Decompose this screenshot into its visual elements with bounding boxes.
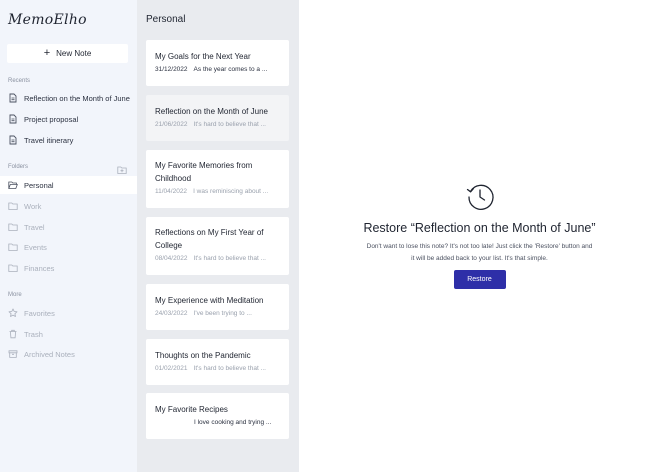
sidebar: MemoElho + New Note Recents Reflection o…	[0, 0, 137, 472]
recent-item-label: Project proposal	[24, 114, 79, 124]
recent-item-label: Reflection on the Month of June	[24, 93, 130, 103]
folder-open-icon	[8, 180, 18, 190]
restore-button[interactable]: Restore	[453, 270, 506, 289]
note-date: 01/02/2021	[155, 365, 188, 372]
more-item-label: Trash	[24, 329, 43, 339]
note-title: Reflection on the Month of June	[155, 107, 268, 116]
plus-icon: +	[43, 47, 51, 59]
new-note-label: New Note	[56, 49, 92, 58]
note-title: Reflections on My First Year of College	[155, 228, 264, 250]
document-icon	[8, 135, 18, 145]
main-panel: Restore “Reflection on the Month of June…	[299, 0, 660, 472]
folder-item-work[interactable]: Work	[0, 197, 137, 215]
note-preview: I've been trying to ...	[193, 310, 252, 317]
note-date: 24/03/2022	[155, 310, 188, 317]
folder-item-label: Work	[24, 201, 42, 211]
folder-item-label: Events	[24, 242, 47, 252]
folder-icon	[8, 201, 18, 211]
add-folder-icon[interactable]	[117, 162, 127, 174]
note-card-selected[interactable]: Reflection on the Month of June 21/06/20…	[146, 95, 289, 141]
note-card[interactable]: My Favorite Memories from Childhood 11/0…	[146, 150, 289, 208]
note-date: 11/04/2022	[155, 188, 188, 195]
star-icon	[8, 308, 18, 318]
list-title: Personal	[146, 14, 186, 25]
document-icon	[8, 93, 18, 103]
note-title: Thoughts on the Pandemic	[155, 351, 251, 360]
note-card[interactable]: Thoughts on the Pandemic 01/02/2021 It's …	[146, 339, 289, 385]
more-item-favorites[interactable]: Favorites	[0, 304, 137, 322]
note-meta: 11/04/2022 I was reminiscing about ...	[155, 188, 280, 195]
note-preview: It's hard to believe that ...	[193, 365, 266, 372]
more-item-label: Favorites	[24, 308, 55, 318]
folder-item-travel[interactable]: Travel	[0, 218, 137, 236]
more-item-archived-notes[interactable]: Archived Notes	[0, 345, 137, 363]
restore-title: Restore “Reflection on the Month of June…	[363, 221, 596, 235]
app-window: MemoElho + New Note Recents Reflection o…	[0, 0, 660, 472]
recent-item-travel-itinerary[interactable]: Travel itinerary	[0, 131, 137, 149]
recent-item-project-proposal[interactable]: Project proposal	[0, 110, 137, 128]
folder-item-label: Finances	[24, 263, 55, 273]
folder-icon	[8, 242, 18, 252]
note-meta: 08/04/2022 It's hard to believe that ...	[155, 255, 280, 262]
note-preview: I love cooking and trying ...	[194, 419, 272, 426]
note-date: 08/04/2022	[155, 255, 188, 262]
document-icon	[8, 114, 18, 124]
more-label: More	[8, 292, 22, 298]
folder-icon	[8, 222, 18, 232]
trash-icon	[8, 329, 18, 339]
note-card[interactable]: Reflections on My First Year of College …	[146, 217, 289, 275]
note-preview: It's hard to believe that ...	[193, 255, 266, 262]
note-date: 21/06/2022	[155, 121, 188, 128]
archive-icon	[8, 349, 18, 359]
history-restore-icon	[464, 180, 496, 212]
folder-item-finances[interactable]: Finances	[0, 259, 137, 277]
note-meta: 24/03/2022 I've been trying to ...	[155, 310, 280, 317]
note-preview: As the year comes to a ...	[193, 66, 268, 73]
note-card[interactable]: My Favorite Recipes I love cooking and t…	[146, 393, 289, 439]
recent-item-reflection-june[interactable]: Reflection on the Month of June	[0, 89, 137, 107]
note-meta: 21/06/2022 It's hard to believe that ...	[155, 121, 280, 128]
folders-label: Folders	[8, 164, 29, 170]
note-title: My Goals for the Next Year	[155, 52, 251, 61]
folder-item-events[interactable]: Events	[0, 238, 137, 256]
more-item-label: Archived Notes	[24, 349, 75, 359]
note-meta: 31/12/2022 As the year comes to a ...	[155, 66, 280, 73]
note-preview: It's hard to believe that ...	[193, 121, 266, 128]
folder-item-label: Travel	[24, 222, 45, 232]
folder-item-personal[interactable]: Personal	[0, 176, 137, 194]
note-title: My Favorite Memories from Childhood	[155, 161, 253, 183]
new-note-button[interactable]: + New Note	[7, 44, 128, 63]
app-logo: MemoElho	[8, 12, 87, 28]
folder-item-label: Personal	[24, 180, 54, 190]
note-card[interactable]: My Goals for the Next Year 31/12/2022 As …	[146, 40, 289, 86]
restore-panel: Restore “Reflection on the Month of June…	[299, 180, 660, 289]
restore-description: Don't want to lose this note? It's not t…	[366, 243, 593, 262]
recent-item-label: Travel itinerary	[24, 135, 74, 145]
note-title: My Favorite Recipes	[155, 405, 228, 414]
recents-label: Recents	[8, 78, 31, 84]
folder-icon	[8, 263, 18, 273]
note-meta: I love cooking and trying ...	[155, 419, 280, 426]
note-meta: 01/02/2021 It's hard to believe that ...	[155, 365, 280, 372]
note-card[interactable]: My Experience with Meditation 24/03/2022…	[146, 284, 289, 330]
note-preview: I was reminiscing about ...	[193, 188, 269, 195]
more-item-trash[interactable]: Trash	[0, 325, 137, 343]
note-date: 31/12/2022	[155, 66, 188, 73]
note-list-panel: Personal My Goals for the Next Year 31/1…	[137, 0, 299, 472]
note-title: My Experience with Meditation	[155, 296, 264, 305]
